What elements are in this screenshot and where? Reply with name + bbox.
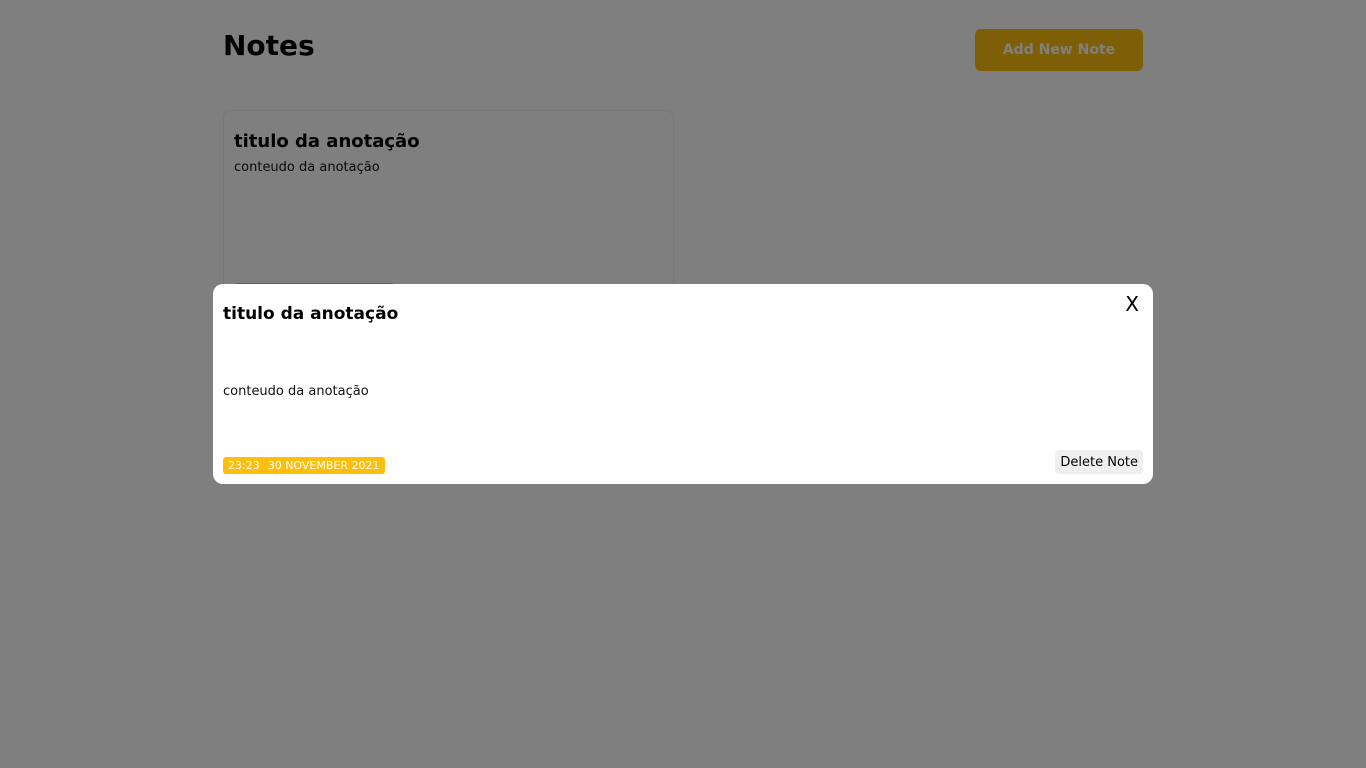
close-button[interactable]: X bbox=[1125, 294, 1139, 314]
note-date: 30 NOVEMBER 2021 bbox=[267, 459, 380, 472]
delete-note-button[interactable]: Delete Note bbox=[1055, 450, 1143, 474]
note-modal: titulo da anotação X conteudo da anotaçã… bbox=[213, 284, 1153, 484]
modal-title: titulo da anotação bbox=[223, 304, 399, 324]
note-time: 23:23 bbox=[228, 459, 260, 472]
modal-content: conteudo da anotação bbox=[223, 384, 369, 399]
date-badge: 23:23 30 NOVEMBER 2021 bbox=[223, 457, 385, 474]
